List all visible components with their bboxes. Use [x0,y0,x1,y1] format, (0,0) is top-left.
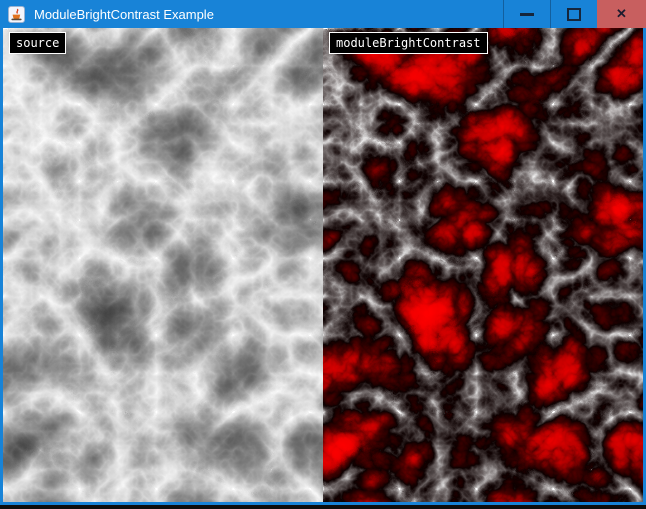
app-window: ModuleBrightContrast Example ✕ [0,0,646,509]
window-bottom-shadow [0,505,646,509]
titlebar[interactable]: ModuleBrightContrast Example ✕ [0,0,646,28]
close-button[interactable]: ✕ [597,0,646,28]
window-controls: ✕ [503,0,646,28]
close-icon: ✕ [616,6,627,22]
source-image-panel: source [3,28,323,502]
maximize-icon [567,8,581,21]
window-title: ModuleBrightContrast Example [34,7,503,22]
minimize-icon [520,13,534,16]
java-coffee-cup-icon [8,6,25,23]
modulebrightcontrast-texture-image [323,28,643,502]
maximize-button[interactable] [550,0,597,28]
window-frame: source [0,28,646,505]
source-label: source [9,32,66,54]
content-area: source [3,28,643,502]
modulebrightcontrast-image-panel: moduleBrightContrast [323,28,643,502]
source-texture-image [3,28,323,502]
minimize-button[interactable] [503,0,550,28]
modulebrightcontrast-label: moduleBrightContrast [329,32,488,54]
